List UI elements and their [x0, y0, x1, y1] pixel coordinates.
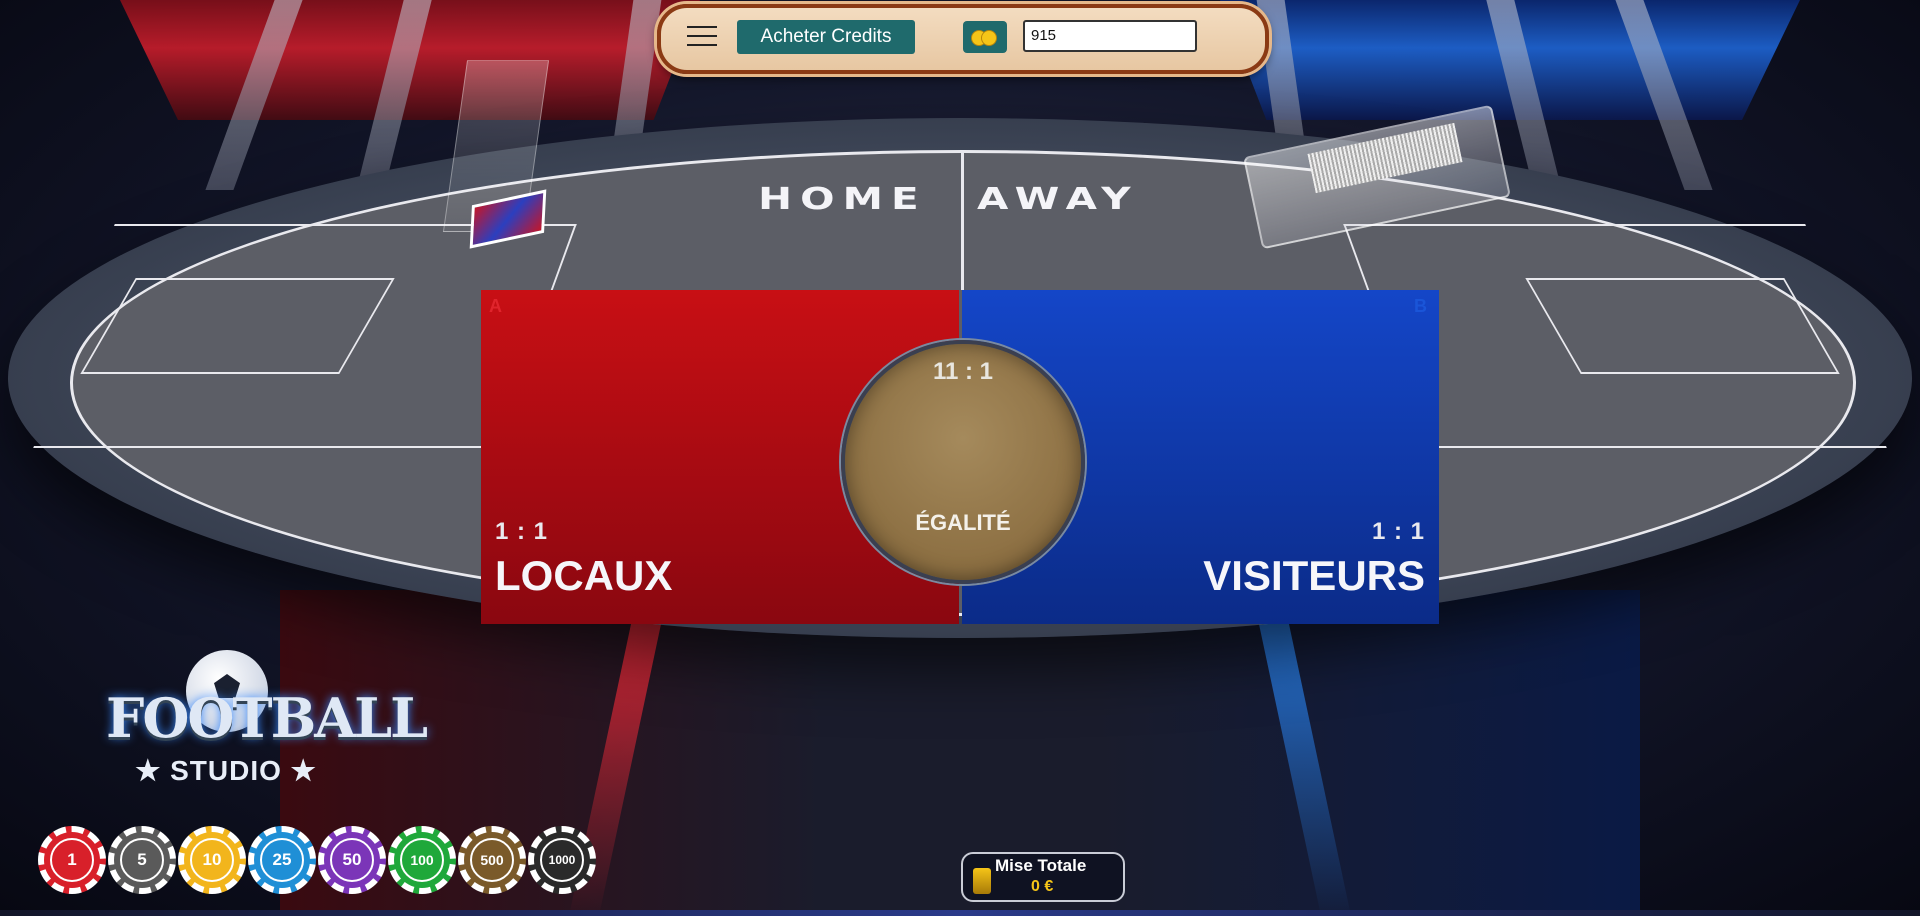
chip-value: 10 [190, 838, 234, 882]
chip-value: 100 [400, 838, 444, 882]
bottom-strip [0, 910, 1920, 916]
pitch-goal-box-right [1525, 278, 1840, 374]
menu-icon[interactable] [687, 26, 717, 48]
chip-value: 500 [470, 838, 514, 882]
chip-5[interactable]: 5 [108, 826, 176, 894]
away-table-label: AWAY [977, 182, 1139, 217]
game-scene: HOME AWAY A 1 : 1 LOCAUX B 1 : 1 VISITEU… [0, 0, 1920, 916]
coins-icon [963, 21, 1007, 53]
total-bet-panel: Mise Totale 0 € [961, 852, 1125, 902]
chip-value: 50 [330, 838, 374, 882]
chip-value: 25 [260, 838, 304, 882]
home-table-label: HOME [758, 182, 927, 217]
buy-credits-button[interactable]: Acheter Credits [737, 20, 915, 54]
corner-label-a: A [489, 296, 502, 316]
corner-label-b: B [1414, 296, 1427, 316]
total-bet-value: 0 € [1031, 878, 1054, 895]
chip-50[interactable]: 50 [318, 826, 386, 894]
home-odds: 1 : 1 [495, 518, 549, 545]
pitch-center-line [961, 150, 964, 290]
pitch-goal-box-left [80, 278, 395, 374]
logo-title: FOOTBALL [106, 686, 428, 750]
credits-field: 915 [1023, 20, 1197, 52]
chip-10[interactable]: 10 [178, 826, 246, 894]
total-bet-label: Mise Totale [995, 856, 1087, 875]
chip-value: 5 [120, 838, 164, 882]
chip-500[interactable]: 500 [458, 826, 526, 894]
draw-odds: 11 : 1 [932, 358, 994, 385]
coins-stack-icon [973, 868, 991, 894]
chip-value: 1 [50, 838, 94, 882]
logo-subtitle: ★ STUDIO ★ [135, 755, 317, 786]
chip-value: 1000 [540, 838, 584, 882]
chip-1000[interactable]: 1000 [528, 826, 596, 894]
bet-draw-spot[interactable]: 11 : 1 ÉGALITÉ [841, 340, 1085, 584]
betting-board: A 1 : 1 LOCAUX B 1 : 1 VISITEURS 11 : 1 … [481, 290, 1439, 624]
home-bet-label: LOCAUX [495, 552, 673, 599]
chip-1[interactable]: 1 [38, 826, 106, 894]
away-bet-label: VISITEURS [1203, 552, 1425, 599]
football-studio-logo: FOOTBALL ★ STUDIO ★ [106, 650, 428, 790]
chip-100[interactable]: 100 [388, 826, 456, 894]
top-bar: Acheter Credits 915 [657, 4, 1269, 74]
draw-bet-label: ÉGALITÉ [915, 510, 1011, 535]
away-odds: 1 : 1 [1371, 518, 1425, 545]
chip-25[interactable]: 25 [248, 826, 316, 894]
chip-selector: 1 5 10 25 50 100 500 1000 [38, 826, 596, 894]
